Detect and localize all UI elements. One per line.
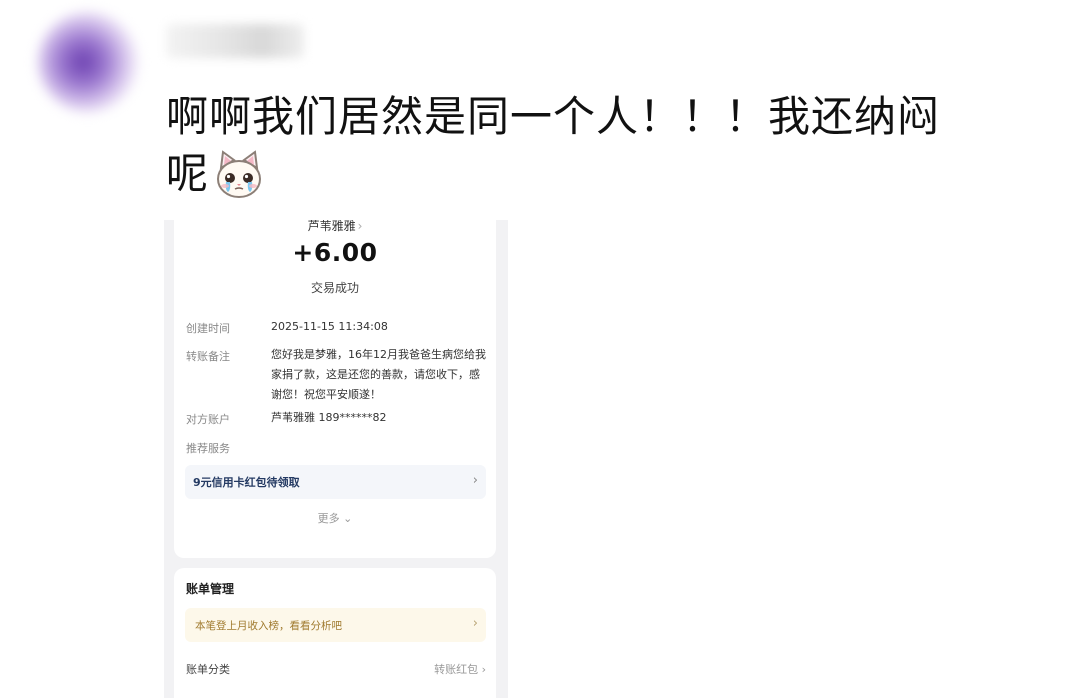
income-ranking-tip[interactable]: 本笔登上月收入榜，看看分析吧 › [185, 608, 486, 642]
counterparty-account-label: 对方账户 [186, 413, 230, 426]
more-label: 更多 [317, 512, 340, 525]
bill-management-title: 账单管理 [186, 582, 235, 596]
post-text: 啊啊我们居然是同一个人！！！我还纳闷 呢 [166, 88, 1026, 214]
avatar[interactable] [38, 12, 138, 112]
chevron-right-icon: › [472, 616, 478, 631]
post-text-line-2-wrap: 呢 [166, 145, 1026, 214]
chevron-down-icon: ⌄ [343, 512, 353, 525]
author-name[interactable]: 用户 [166, 24, 304, 58]
more-button[interactable]: 更多 ⌄ [174, 510, 496, 526]
created-time-label: 创建时间 [186, 322, 230, 335]
bill-management-card: 账单管理 本笔登上月收入榜，看看分析吧 › 账单分类 转账红包 › [174, 568, 496, 698]
created-time-value: 2025-11-15 11:34:08 [271, 320, 388, 333]
chevron-right-icon: › [481, 663, 486, 676]
post-text-line-2: 呢 [166, 149, 210, 198]
recommended-services-label: 推荐服务 [186, 442, 230, 455]
promo-label: 9元信用卡红包待领取 [193, 476, 300, 489]
crying-cat-emoji-icon [213, 148, 265, 214]
bill-category-label: 账单分类 [186, 663, 230, 676]
payer-name-link[interactable]: 芦苇雅雅 › [174, 220, 496, 234]
social-post: 用户 啊啊我们居然是同一个人！！！我还纳闷 呢 [0, 0, 1080, 698]
post-text-line-1: 啊啊我们居然是同一个人！！！我还纳闷 [166, 92, 941, 141]
transaction-amount: +6.00 [292, 238, 378, 267]
payer-name: 芦苇雅雅 [307, 220, 356, 233]
embedded-receipt-screenshot: 芦苇雅雅 › +6.00 交易成功 创建时间 2025-11-15 11:34:0… [164, 220, 508, 698]
transaction-detail-card: 芦苇雅雅 › +6.00 交易成功 创建时间 2025-11-15 11:34:0… [174, 220, 496, 558]
transaction-status: 交易成功 [310, 281, 359, 295]
chevron-right-icon: › [472, 473, 478, 488]
chevron-right-icon: › [357, 220, 363, 233]
bill-category-value: 转账红包 [434, 663, 479, 676]
counterparty-account-value: 芦苇雅雅 189******82 [271, 411, 387, 424]
transfer-note-value: 您好我是梦雅，16年12月我爸爸生病您给我家捐了款，这是还您的善款，请您收下，感… [271, 348, 486, 401]
transfer-note-label: 转账备注 [186, 350, 230, 363]
credit-card-promo-button[interactable]: 9元信用卡红包待领取 › [185, 465, 486, 499]
tip-label: 本笔登上月收入榜，看看分析吧 [195, 620, 342, 632]
bill-category-value-link[interactable]: 转账红包 › [434, 661, 486, 677]
